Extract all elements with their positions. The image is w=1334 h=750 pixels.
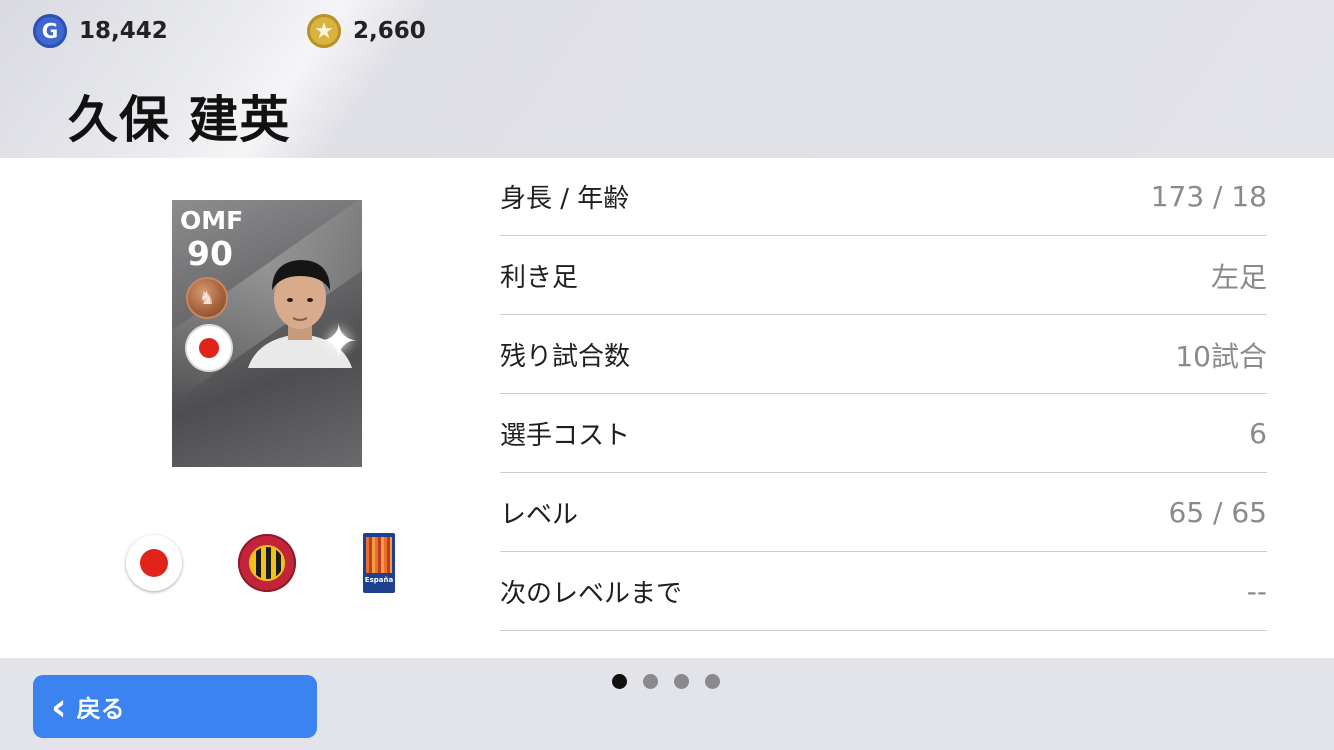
info-label: 残り試合数	[500, 342, 631, 372]
page-dot-1[interactable]	[612, 674, 627, 689]
back-button-label: 戻る	[76, 695, 125, 723]
page-dot-4[interactable]	[705, 674, 720, 689]
info-value: 6	[1249, 417, 1267, 450]
info-value: 173 / 18	[1150, 180, 1267, 213]
nationality-badge[interactable]	[126, 535, 182, 591]
info-row-remaining-matches: 残り試合数 10試合	[500, 316, 1267, 394]
league-badge-stripes	[366, 537, 392, 573]
player-info-list: 身長 / 年齢 173 / 18 利き足 左足 残り試合数 10試合 選手コスト…	[500, 158, 1267, 632]
coin-balance: ★ 2,660	[307, 14, 426, 48]
player-card[interactable]: OMF 90 ♞ ✦	[172, 200, 362, 467]
card-rating: 90	[187, 234, 233, 273]
gp-coin-icon: G	[33, 14, 67, 48]
info-row-level: レベル 65 / 65	[500, 474, 1267, 552]
player-name: 久保 建英	[68, 91, 291, 149]
info-row-height-age: 身長 / 年齢 173 / 18	[500, 158, 1267, 236]
chevron-left-icon: ‹	[51, 684, 67, 729]
info-label: 次のレベルまで	[500, 579, 683, 609]
info-value: --	[1246, 575, 1267, 608]
info-row-player-cost: 選手コスト 6	[500, 395, 1267, 473]
league-badge-icon[interactable]: España	[363, 533, 395, 593]
info-label: レベル	[500, 500, 579, 530]
japan-flag-icon	[187, 326, 231, 370]
japan-flag-icon	[140, 549, 168, 577]
info-value: 左足	[1210, 260, 1267, 294]
page-indicator	[612, 674, 736, 689]
info-label: 選手コスト	[500, 421, 631, 451]
page-dot-2[interactable]	[643, 674, 658, 689]
star-coin-icon: ★	[307, 14, 341, 48]
club-crest-icon[interactable]	[238, 534, 296, 592]
sparkle-icon: ✦	[319, 314, 358, 368]
card-position: OMF	[180, 206, 244, 235]
bronze-medal-icon: ♞	[186, 277, 228, 319]
back-button[interactable]: ‹ 戻る	[33, 675, 317, 738]
info-row-foot: 利き足 左足	[500, 237, 1267, 315]
info-value: 65 / 65	[1168, 496, 1268, 529]
gp-balance: G 18,442	[33, 14, 168, 48]
gp-value: 18,442	[79, 18, 168, 44]
club-crest-center	[249, 545, 285, 581]
info-value: 10試合	[1175, 339, 1267, 373]
info-label: 身長 / 年齢	[500, 184, 630, 214]
page-dot-3[interactable]	[674, 674, 689, 689]
flag-red-disc	[199, 338, 219, 358]
info-row-next-level: 次のレベルまで --	[500, 553, 1267, 631]
coin-value: 2,660	[353, 18, 426, 44]
league-badge-text: España	[364, 576, 394, 584]
info-label: 利き足	[500, 263, 579, 293]
